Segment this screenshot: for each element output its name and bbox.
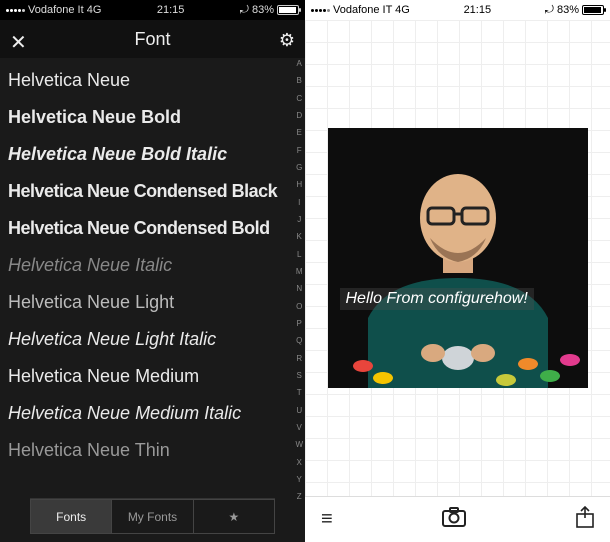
battery-pct: 83%: [557, 4, 579, 16]
carrier-label: Vodafone It 4G: [28, 4, 101, 16]
gear-icon[interactable]: ⚙: [279, 30, 295, 51]
signal-dots-icon: [311, 9, 330, 12]
alpha-index-letter[interactable]: S: [295, 372, 303, 381]
font-item[interactable]: Helvetica Neue Medium Italic: [8, 395, 305, 432]
carrier-label: Vodafone IT 4G: [333, 4, 410, 16]
header: ✕ Font ⚙: [0, 20, 305, 58]
rotation-lock-icon: ⤾: [545, 4, 554, 17]
clock: 21:15: [157, 4, 185, 16]
alpha-index-letter[interactable]: E: [295, 129, 303, 138]
font-item[interactable]: Helvetica Neue Condensed Black: [8, 173, 305, 210]
camera-icon[interactable]: [442, 507, 466, 533]
bottom-toolbar: ≡: [305, 496, 610, 542]
battery-pct: 83%: [252, 4, 274, 16]
alpha-index-letter[interactable]: D: [295, 112, 303, 121]
header-title: Font: [134, 29, 170, 50]
tab-favorites[interactable]: ★: [194, 499, 275, 534]
photo-content: [328, 128, 588, 388]
alpha-index-letter[interactable]: J: [295, 216, 303, 225]
alpha-index-letter[interactable]: A: [295, 60, 303, 69]
canvas-area[interactable]: Hello From configurehow!: [305, 20, 610, 496]
alpha-index-letter[interactable]: B: [295, 77, 303, 86]
bottom-tabbar: Fonts My Fonts ★: [30, 498, 275, 534]
alpha-index-letter[interactable]: U: [295, 407, 303, 416]
alpha-index-letter[interactable]: Z: [295, 493, 303, 502]
signal-dots-icon: [6, 9, 25, 12]
close-icon[interactable]: ✕: [10, 30, 27, 55]
font-item[interactable]: Helvetica Neue Light: [8, 284, 305, 321]
status-bar: Vodafone IT 4G 21:15 ⤾ 83%: [305, 0, 610, 20]
alpha-index-letter[interactable]: P: [295, 320, 303, 329]
font-item[interactable]: Helvetica Neue Condensed Bold: [8, 210, 305, 247]
share-icon[interactable]: [576, 506, 594, 534]
font-list[interactable]: Helvetica NeueHelvetica Neue BoldHelveti…: [0, 58, 305, 498]
alpha-index-letter[interactable]: M: [295, 268, 303, 277]
photo[interactable]: Hello From configurehow!: [328, 128, 588, 388]
tab-my-fonts[interactable]: My Fonts: [112, 499, 193, 534]
alpha-index-letter[interactable]: N: [295, 285, 303, 294]
alpha-index-letter[interactable]: Q: [295, 337, 303, 346]
alpha-index-letter[interactable]: K: [295, 233, 303, 242]
font-item[interactable]: Helvetica Neue Bold Italic: [8, 136, 305, 173]
font-item[interactable]: Helvetica Neue Thin: [8, 432, 305, 469]
font-item[interactable]: Helvetica Neue Bold: [8, 99, 305, 136]
clock: 21:15: [464, 4, 492, 16]
alpha-index-letter[interactable]: O: [295, 303, 303, 312]
editor-screen: Vodafone IT 4G 21:15 ⤾ 83%: [305, 0, 610, 542]
alpha-index-letter[interactable]: I: [295, 199, 303, 208]
menu-icon[interactable]: ≡: [321, 508, 333, 531]
alpha-index-letter[interactable]: X: [295, 459, 303, 468]
rotation-lock-icon: ⤾: [240, 4, 249, 17]
alpha-index-letter[interactable]: F: [295, 147, 303, 156]
alpha-index[interactable]: ABCDEFGHIJKLMNOPQRSTUVWXYZ: [295, 60, 303, 502]
alpha-index-letter[interactable]: C: [295, 95, 303, 104]
text-overlay[interactable]: Hello From configurehow!: [340, 288, 534, 310]
alpha-index-letter[interactable]: L: [295, 251, 303, 260]
font-picker-screen: Vodafone It 4G 21:15 ⤾ 83% ✕ Font ⚙ Helv…: [0, 0, 305, 542]
alpha-index-letter[interactable]: V: [295, 424, 303, 433]
alpha-index-letter[interactable]: Y: [295, 476, 303, 485]
alpha-index-letter[interactable]: T: [295, 389, 303, 398]
tab-fonts[interactable]: Fonts: [30, 499, 112, 534]
status-bar: Vodafone It 4G 21:15 ⤾ 83%: [0, 0, 305, 20]
alpha-index-letter[interactable]: W: [295, 441, 303, 450]
alpha-index-letter[interactable]: R: [295, 355, 303, 364]
font-item[interactable]: Helvetica Neue: [8, 62, 305, 99]
alpha-index-letter[interactable]: H: [295, 181, 303, 190]
font-item[interactable]: Helvetica Neue Light Italic: [8, 321, 305, 358]
battery-icon: [582, 5, 604, 15]
font-item[interactable]: Helvetica Neue Italic: [8, 247, 305, 284]
alpha-index-letter[interactable]: G: [295, 164, 303, 173]
battery-icon: [277, 5, 299, 15]
font-item[interactable]: Helvetica Neue Medium: [8, 358, 305, 395]
